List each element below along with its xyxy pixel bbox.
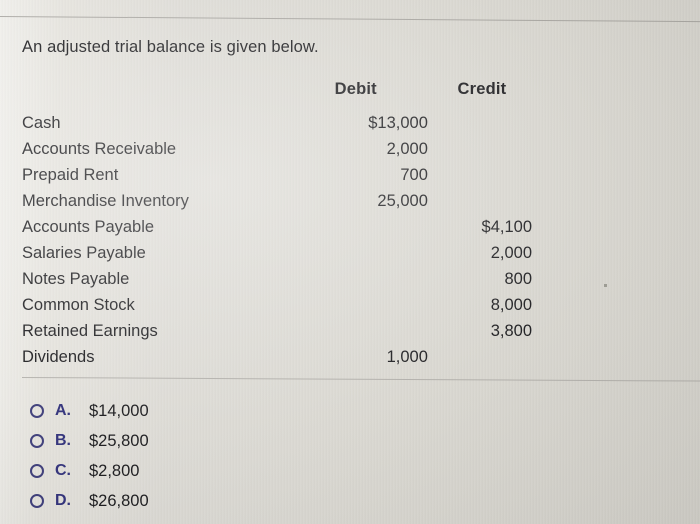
question-prompt: An adjusted trial balance is given below…: [22, 38, 319, 56]
choice-letter: D.: [55, 492, 71, 509]
choice-letter: A.: [55, 402, 71, 419]
radio-button-icon[interactable]: [30, 434, 44, 448]
table-row: Retained Earnings 3,800: [22, 318, 534, 344]
debit-value: [296, 318, 432, 344]
account-name: Common Stock: [22, 296, 135, 314]
debit-value: 700: [400, 166, 428, 184]
credit-value: [432, 110, 534, 136]
debit-value: $13,000: [368, 114, 428, 132]
account-name: Dividends: [22, 348, 95, 366]
table-row: Salaries Payable 2,000: [22, 240, 534, 266]
table-row: Prepaid Rent 700: [22, 162, 534, 188]
account-name: Salaries Payable: [22, 244, 146, 262]
table-row: Cash $13,000: [22, 110, 534, 136]
account-name: Accounts Receivable: [22, 140, 177, 158]
credit-value: $4,100: [481, 218, 532, 236]
section-divider: [21, 377, 700, 382]
radio-button-icon[interactable]: [30, 464, 44, 478]
choice-value: $14,000: [89, 401, 149, 420]
account-name: Cash: [22, 114, 61, 132]
radio-button-icon[interactable]: [30, 404, 44, 418]
radio-button-icon[interactable]: [30, 494, 44, 508]
credit-value: 800: [504, 270, 532, 288]
choice-letter: B.: [55, 432, 71, 449]
dust-speck: [604, 284, 607, 287]
debit-value: 1,000: [386, 348, 428, 366]
choice-value: $25,800: [89, 431, 149, 450]
credit-value: 8,000: [490, 296, 532, 314]
table-body: Cash $13,000 Accounts Receivable 2,000 P…: [22, 110, 534, 370]
table-row: Merchandise Inventory 25,000: [22, 188, 534, 214]
account-name: Notes Payable: [22, 270, 130, 288]
answer-choice-c[interactable]: C. $2,800: [30, 458, 149, 484]
debit-value: [296, 214, 432, 240]
top-divider: [0, 16, 700, 23]
choice-value: $2,800: [89, 461, 140, 480]
table-header-row: Debit Credit: [22, 76, 534, 110]
column-header-credit: Credit: [457, 80, 507, 98]
table-row: Accounts Payable $4,100: [22, 214, 534, 240]
account-name: Accounts Payable: [22, 218, 155, 236]
table-row: Accounts Receivable 2,000: [22, 136, 534, 162]
choice-letter: C.: [55, 462, 71, 479]
answer-choice-b[interactable]: B. $25,800: [30, 428, 149, 454]
column-header-debit: Debit: [334, 80, 377, 98]
credit-value: [432, 188, 534, 214]
choice-value: $26,800: [89, 491, 149, 510]
credit-value: [432, 136, 534, 162]
answer-choice-list: A. $14,000 B. $25,800 C. $2,800 D. $26,8…: [30, 398, 149, 518]
table-row: Common Stock 8,000: [22, 292, 534, 318]
credit-value: 2,000: [490, 244, 532, 262]
debit-value: [296, 292, 432, 318]
answer-choice-a[interactable]: A. $14,000: [30, 398, 149, 424]
account-name: Prepaid Rent: [22, 166, 119, 184]
debit-value: 2,000: [386, 140, 428, 158]
trial-balance-table: Debit Credit Cash $13,000 Accounts Recei…: [22, 76, 534, 370]
credit-value: [432, 344, 534, 370]
table-row: Notes Payable 800: [22, 266, 534, 292]
debit-value: [296, 266, 432, 292]
account-name: Retained Earnings: [22, 322, 158, 340]
credit-value: [432, 162, 534, 188]
account-name: Merchandise Inventory: [22, 192, 189, 210]
debit-value: 25,000: [377, 192, 428, 210]
column-header-account: [22, 76, 296, 110]
answer-choice-d[interactable]: D. $26,800: [30, 488, 149, 514]
debit-value: [296, 240, 432, 266]
table-row: Dividends 1,000: [22, 344, 534, 370]
table-header: Debit Credit: [22, 76, 534, 110]
question-page: An adjusted trial balance is given below…: [0, 0, 700, 524]
credit-value: 3,800: [490, 322, 532, 340]
